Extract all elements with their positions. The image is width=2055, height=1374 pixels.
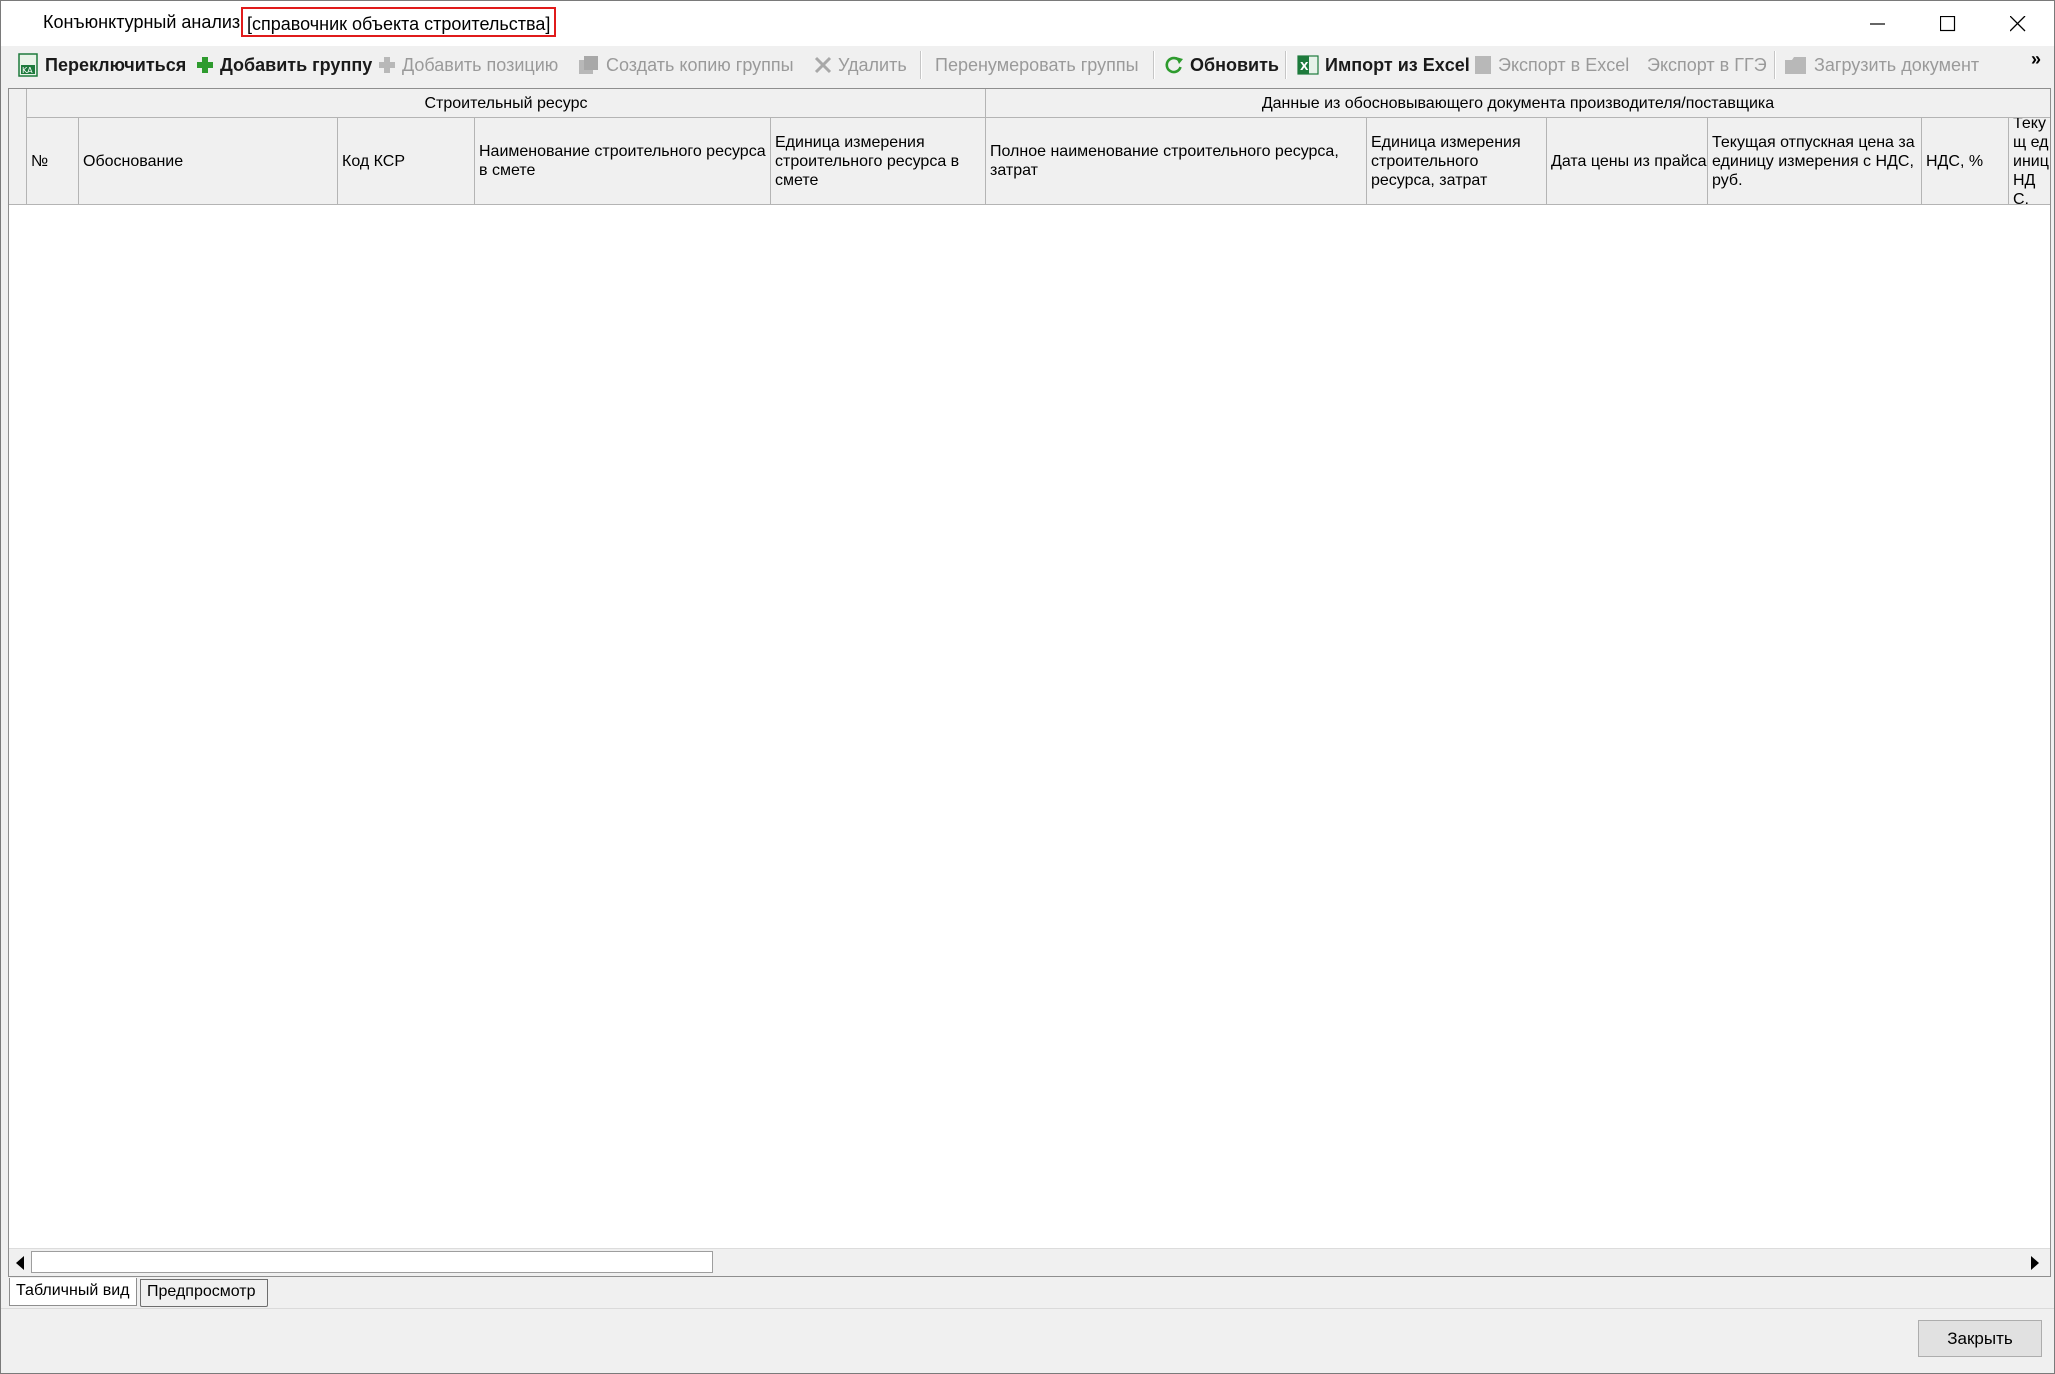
toolbar-overflow-icon[interactable]: » [2031,49,2041,70]
column-header-vat[interactable]: НДС, % [1922,118,2009,205]
column-header-basis[interactable]: Обоснование [79,118,338,205]
column-header-ksr-code[interactable]: Код КСР [338,118,475,205]
renumber-groups-label: Перенумеровать группы [935,54,1139,75]
export-excel-button[interactable]: Экспорт в Excel [1474,52,1629,78]
table-body[interactable] [9,205,2050,1248]
delete-x-icon [814,56,832,74]
resources-table[interactable]: Строительный ресурс Данные из обосновыва… [8,88,2051,1277]
footer-divider [1,1308,2054,1309]
column-header-num[interactable]: № [27,118,79,205]
title-bar: Конъюнктурный анализ [справочник объекта… [1,1,2054,46]
renumber-groups-button[interactable]: Перенумеровать группы [929,52,1139,78]
column-header-name-in-estimate[interactable]: Наименование строительного ресурса в сме… [475,118,771,205]
scrollbar-thumb[interactable] [31,1251,713,1273]
column-header-current-price-vat[interactable]: Текущая отпускная цена за единицу измере… [1708,118,1922,205]
ka-document-icon: KA [18,53,38,77]
toolbar-separator [1285,51,1287,79]
delete-label: Удалить [838,54,907,75]
close-window-button[interactable] [1983,1,2053,46]
scroll-left-icon[interactable] [16,1256,24,1270]
folder-icon [1785,57,1806,74]
toolbar-separator [1153,51,1155,79]
delete-button[interactable]: Удалить [814,52,907,78]
band-supplier-data: Данные из обосновывающего документа прои… [986,89,2050,118]
add-group-label: Добавить группу [220,54,373,75]
tab-preview[interactable]: Предпросмотр [140,1279,268,1307]
add-position-label: Добавить позицию [402,54,559,75]
svg-text:X: X [1300,60,1309,73]
app-window: Конъюнктурный анализ [справочник объекта… [0,0,2055,1374]
plus-icon [197,57,213,73]
close-icon [2010,16,2026,32]
refresh-icon [1165,56,1183,74]
copy-group-button[interactable]: Создать копию группы [578,52,794,78]
export-gge-label: Экспорт в ГГЭ [1647,54,1767,75]
close-button[interactable]: Закрыть [1918,1320,2042,1357]
copy-group-label: Создать копию группы [606,54,794,75]
window-title-context: [справочник объекта строительства] [241,7,557,37]
import-excel-button[interactable]: X Импорт из Excel [1297,52,1470,78]
column-header-next-partial[interactable]: Текущ единиц НДС, [2009,118,2050,205]
horizontal-scrollbar[interactable] [9,1248,2050,1276]
row-indicator-header [9,89,27,205]
toolbar: KA Переключиться Добавить группу Добавит… [1,46,2054,83]
load-document-label: Загрузить документ [1814,54,1980,75]
column-header-price-date[interactable]: Дата цены из прайса [1547,118,1708,205]
maximize-icon [1940,16,1956,32]
switch-button[interactable]: KA Переключиться [17,52,186,78]
export-excel-icon [1475,56,1491,74]
load-document-button[interactable]: Загрузить документ [1784,52,1979,78]
add-position-button[interactable]: Добавить позицию [378,52,558,78]
svg-text:KA: KA [22,66,33,75]
column-header-full-name[interactable]: Полное наименование строительного ресурс… [986,118,1367,205]
band-construction-resource: Строительный ресурс [27,89,986,118]
refresh-label: Обновить [1190,54,1279,75]
toolbar-separator [1774,51,1776,79]
maximize-button[interactable] [1913,1,1983,46]
switch-label: Переключиться [45,54,187,75]
tab-table-view[interactable]: Табличный вид [9,1278,137,1306]
add-group-button[interactable]: Добавить группу [196,52,372,78]
excel-icon: X [1297,55,1319,75]
export-excel-label: Экспорт в Excel [1498,54,1630,75]
import-excel-label: Импорт из Excel [1325,54,1470,75]
minimize-icon [1870,23,1885,25]
export-gge-button[interactable]: Экспорт в ГГЭ [1641,52,1767,78]
window-title: Конъюнктурный анализ [43,12,241,32]
column-header-unit-cost[interactable]: Единица измерения строительного ресурса,… [1367,118,1547,205]
minimize-button[interactable] [1843,1,1913,46]
toolbar-separator [920,51,922,79]
column-header-unit-in-estimate[interactable]: Единица измерения строительного ресурса … [771,118,986,205]
refresh-button[interactable]: Обновить [1164,52,1279,78]
scroll-right-icon[interactable] [2031,1256,2039,1270]
plus-icon [379,57,395,73]
copy-icon [579,56,598,74]
